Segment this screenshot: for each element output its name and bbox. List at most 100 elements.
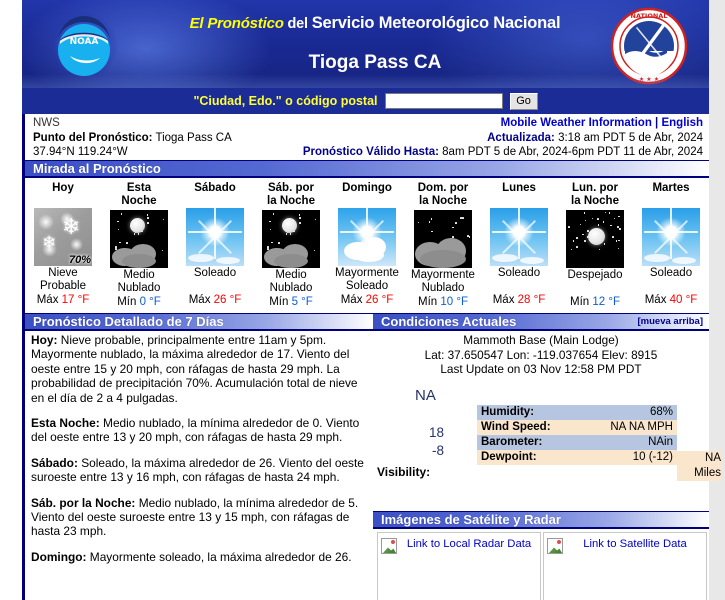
snow-likely-icon: ❄ ❄ 70% xyxy=(34,208,92,266)
sunny-icon xyxy=(642,208,700,266)
forecast-info-row: NWS Punto del Pronóstico: Tioga Pass CA … xyxy=(25,114,709,160)
station-name: Mammoth Base (Main Lodge) xyxy=(463,333,619,347)
satellite-link-cell[interactable]: Link to Local Radar Data xyxy=(377,532,541,600)
visibility-label: Visibility: xyxy=(377,464,431,479)
forecast-period-paragraph: Sábado: Soleado, la máxima alrededor de … xyxy=(31,456,367,485)
current-conditions-main: NA 18 -8 Visibility: Humidity: 68% Wind Sp… xyxy=(377,386,721,483)
station-latlon-elev: Lat: 37.650547 Lon: -119.037654 Elev: 89… xyxy=(424,347,658,362)
forecast-temp-label: Máx xyxy=(188,294,211,306)
forecast-temperature: Mín 5 °F xyxy=(254,295,328,309)
satellite-link-label[interactable]: Link to Satellite Data xyxy=(567,537,703,551)
condition-row: Dewpoint: 10 (-12) xyxy=(477,449,677,465)
forecast-period-text: Soleado, la máxima alrededor de 26. Vien… xyxy=(31,455,364,485)
forecast-day-label: Sábado xyxy=(194,182,236,194)
station-last-update: Last Update on 03 Nov 12:58 PM PDT xyxy=(440,362,642,377)
updated-value: 3:18 am PDT 5 de Abr, 2024 xyxy=(558,131,703,144)
updated-line: Actualizada: 3:18 am PDT 5 de Abr, 2024 xyxy=(303,131,703,146)
visibility-value: NA xyxy=(705,451,721,464)
satellite-link-label[interactable]: Link to Local Radar Data xyxy=(401,537,537,551)
detailed-forecast-title: Pronóstico Detallado de 7 Días xyxy=(33,314,224,329)
forecast-column[interactable]: Lun. por la Noche Despejado Mín 12 °F xyxy=(557,180,633,309)
forecast-column-strip: Hoy ❄ ❄ 70% Nieve Probable Máx 17 °F Esta Noch… xyxy=(25,180,709,309)
banner-title-main: Servicio Meteorológico Nacional xyxy=(311,14,561,32)
valid-value: 8am PDT 5 de Abr, 2024-6pm PDT 11 de Abr… xyxy=(442,146,703,158)
precip-probability-badge: 70% xyxy=(68,254,91,266)
site-banner: NOAA El Pronóstico del Servicio Meteorol… xyxy=(22,0,709,88)
forecast-condition-label: Despejado xyxy=(567,269,623,281)
forecast-temp-label: Mín xyxy=(269,296,289,308)
condition-value: NAin xyxy=(581,434,677,450)
forecast-day-label: Lun. por la Noche xyxy=(571,182,619,207)
forecast-point-value: Tioga Pass CA xyxy=(155,131,232,144)
banner-title-prefix: El Pronóstico xyxy=(189,15,284,32)
broken-image-icon xyxy=(381,538,397,554)
forecast-condition-label: Medio Nublado xyxy=(269,269,313,294)
satellite-link-cell[interactable]: Link to Satellite Data xyxy=(543,532,707,600)
forecast-temp-value: 5 °F xyxy=(291,296,313,308)
forecast-column[interactable]: Sáb. por la Noche Medio Nublado Mín 5 °F xyxy=(253,180,329,309)
forecast-temperature: Máx 28 °F xyxy=(482,293,556,307)
condition-value: 68% xyxy=(581,404,677,420)
forecast-period-paragraph: Esta Noche: Medio nublado, la mínima alr… xyxy=(31,416,367,445)
forecast-column[interactable]: Lunes Soleado Máx 28 °F xyxy=(481,180,557,309)
forecast-column[interactable]: Dom. por la Noche Mayormente Nublado Mín 1… xyxy=(405,180,481,309)
forecast-temp-value: 26 °F xyxy=(365,294,394,306)
clear-night-icon xyxy=(566,210,624,268)
forecast-temperature: Mín 12 °F xyxy=(558,295,632,309)
search-input[interactable] xyxy=(384,93,503,109)
forecast-overview-header: Mirada al Pronóstico xyxy=(25,160,709,178)
forecast-day-label: Esta Noche xyxy=(121,182,157,207)
forecast-column[interactable]: Sábado Soleado Máx 26 °F xyxy=(177,180,253,309)
forecast-temperature: Máx 40 °F xyxy=(634,293,708,307)
noaa-logo-icon[interactable]: NOAA xyxy=(46,8,122,84)
sunny-icon xyxy=(490,208,548,266)
forecast-temp-value: 10 °F xyxy=(440,296,468,308)
forecast-day-label: Lunes xyxy=(502,182,536,194)
forecast-overview-body: Hoy ❄ ❄ 70% Nieve Probable Máx 17 °F Esta Noch… xyxy=(25,178,709,313)
search-go-button[interactable]: Go xyxy=(509,92,538,110)
mobile-weather-link[interactable]: Mobile Weather Information xyxy=(501,117,652,129)
partly-cloudy-night-icon xyxy=(110,210,168,268)
forecast-condition-label: Medio Nublado xyxy=(117,269,161,294)
condition-row: Wind Speed: NA NA MPH xyxy=(477,419,677,435)
current-conditions-header: Condiciones Actuales [mueva arriba] xyxy=(373,313,709,331)
valid-line: Pronóstico Válido Hasta: 8am PDT 5 de Ab… xyxy=(303,145,703,160)
forecast-temperature: Máx 26 °F xyxy=(178,293,252,307)
forecast-temp-value: 0 °F xyxy=(139,296,161,308)
forecast-column[interactable]: Domingo Mayormente Soleado Máx 26 °F xyxy=(329,180,405,309)
current-weather-text: NA xyxy=(415,386,436,404)
valid-label: Pronóstico Válido Hasta: xyxy=(302,146,439,158)
forecast-temp-label: Mín xyxy=(117,296,137,308)
page-content: NWS Punto del Pronóstico: Tioga Pass CA … xyxy=(22,114,721,600)
forecast-temperature: Mín 10 °F xyxy=(406,295,480,309)
condition-key: Wind Speed: xyxy=(477,419,582,435)
condition-row: Humidity: 68% xyxy=(477,404,677,420)
page-root: NOAA El Pronóstico del Servicio Meteorol… xyxy=(0,0,725,600)
updated-label: Actualizada: xyxy=(487,131,555,144)
forecast-temp-label: Mín xyxy=(418,296,438,308)
forecast-column[interactable]: Esta Noche Medio Nublado Mín 0 °F xyxy=(101,180,177,309)
forecast-condition-label: Mayormente Soleado xyxy=(335,267,399,292)
nws-logo-icon[interactable]: NATIONAL ★ ★ ★ xyxy=(609,6,689,86)
forecast-column[interactable]: Martes Soleado Máx 40 °F xyxy=(633,180,709,309)
sunny-icon xyxy=(186,208,244,266)
forecast-condition-label: Mayormente Nublado xyxy=(411,269,475,294)
current-conditions-title: Condiciones Actuales xyxy=(381,314,517,329)
condition-key: Humidity: xyxy=(477,404,582,420)
english-link[interactable]: English xyxy=(661,117,703,129)
detailed-forecast-panel: Pronóstico Detallado de 7 Días Hoy: Niev… xyxy=(25,313,373,575)
partly-cloudy-night-icon xyxy=(262,210,320,268)
forecast-day-label: Dom. por la Noche xyxy=(417,182,469,207)
forecast-temp-value: 12 °F xyxy=(592,296,620,308)
forecast-info-right: Mobile Weather Information | English Act… xyxy=(303,116,703,160)
forecast-period-label: Hoy: xyxy=(31,333,58,347)
forecast-point-line: Punto del Pronóstico: Tioga Pass CA xyxy=(33,131,232,146)
mostly-cloudy-night-icon xyxy=(414,210,472,268)
forecast-period-text: Nieve probable, principalmente entre 11a… xyxy=(31,333,358,405)
svg-text:NATIONAL: NATIONAL xyxy=(631,12,668,20)
condition-row: Barometer: NAin xyxy=(477,434,677,450)
forecast-column[interactable]: Hoy ❄ ❄ 70% Nieve Probable Máx 17 °F xyxy=(25,180,101,309)
forecast-overview-title: Mirada al Pronóstico xyxy=(33,161,161,176)
move-up-link[interactable]: [mueva arriba] xyxy=(638,316,703,327)
broken-image-icon xyxy=(547,538,563,554)
